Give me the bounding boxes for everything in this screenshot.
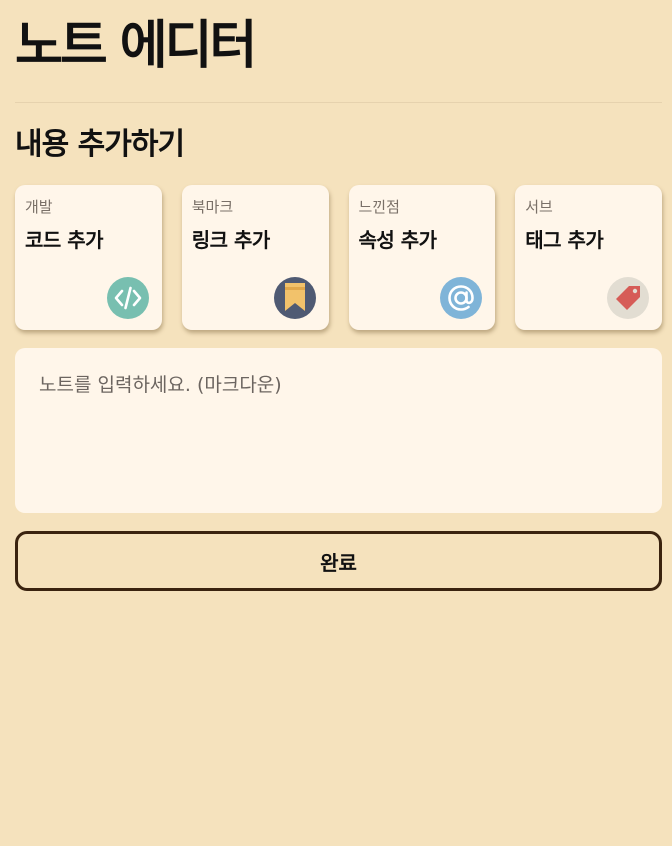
add-content-cards: 개발 코드 추가 북마크 링크 추가 느낀점 속성 추가 서브 태그 추가	[15, 185, 662, 330]
add-tag-card[interactable]: 서브 태그 추가	[515, 185, 662, 330]
at-sign-icon	[440, 277, 483, 319]
add-code-card[interactable]: 개발 코드 추가	[15, 185, 162, 330]
note-input[interactable]: 노트를 입력하세요. (마크다운)	[15, 348, 662, 513]
section-title: 내용 추가하기	[15, 127, 185, 162]
add-link-card[interactable]: 북마크 링크 추가	[181, 185, 329, 330]
card-category: 북마크	[191, 198, 234, 216]
card-category: 개발	[25, 198, 53, 216]
card-category: 서브	[525, 198, 553, 216]
code-icon	[106, 277, 149, 319]
card-label: 링크 추가	[191, 228, 271, 252]
card-category: 느낀점	[358, 198, 400, 216]
divider	[15, 102, 662, 103]
note-editor-page: 노트 에디터 내용 추가하기 개발 코드 추가 북마크 링크 추가 느낀점 속성…	[0, 0, 672, 846]
card-label: 속성 추가	[358, 228, 438, 252]
add-attribute-card[interactable]: 느낀점 속성 추가	[348, 185, 496, 330]
card-label: 태그 추가	[525, 228, 604, 252]
card-label: 코드 추가	[25, 228, 104, 252]
page-title: 노트 에디터	[15, 16, 257, 76]
tag-icon	[607, 277, 649, 319]
done-button[interactable]: 완료	[15, 531, 662, 591]
bookmark-icon	[273, 277, 316, 319]
